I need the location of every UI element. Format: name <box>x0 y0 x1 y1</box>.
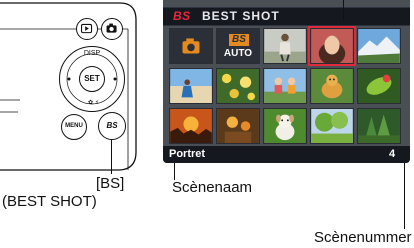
title-bar: BS BEST SHOT <box>163 7 410 26</box>
scene-grid: BS AUTO <box>169 26 405 144</box>
scene-tile-portrait[interactable] <box>308 26 356 66</box>
bs-badge: BS <box>173 9 191 23</box>
tree-scene-icon <box>311 109 353 143</box>
party-scene-icon <box>217 109 259 143</box>
beach-scene-icon <box>170 69 212 103</box>
scene-tile-pet[interactable] <box>310 68 354 104</box>
figure-scene-icon <box>264 29 306 63</box>
scene-tile-forest[interactable] <box>357 108 401 144</box>
scene-number-pointer-line <box>404 163 406 229</box>
bs-auto-icon: BS <box>229 34 249 46</box>
wheel-markings-icon: ✿ ⚡ <box>66 53 118 106</box>
flowers-scene-icon <box>217 69 259 103</box>
scene-name-pointer-line <box>174 163 176 180</box>
scene-tile-sunset[interactable] <box>169 108 213 144</box>
scene-tile-beach[interactable] <box>169 68 213 104</box>
scene-number: 4 <box>389 148 396 160</box>
play-button[interactable] <box>76 18 98 40</box>
record-button[interactable] <box>101 18 123 40</box>
bs-pointer-line <box>111 140 113 174</box>
mountain-scene-icon <box>358 29 400 63</box>
portrait-scene-icon <box>311 29 353 63</box>
scene-name-callout: Scènenaam <box>172 179 253 196</box>
scene-tile-tree[interactable] <box>310 108 354 144</box>
pet-scene-icon <box>311 69 353 103</box>
scene-tile-mountain[interactable] <box>357 28 401 64</box>
scene-name: Portret <box>169 148 206 160</box>
scene-tile-dog[interactable] <box>263 108 307 144</box>
svg-text:✿ ⚡: ✿ ⚡ <box>88 99 99 106</box>
leaf-scene-icon <box>358 69 400 103</box>
menu-button[interactable]: MENU <box>61 114 87 140</box>
menu-label: MENU <box>65 123 83 129</box>
dog-scene-icon <box>264 109 306 143</box>
camera-icon <box>106 23 117 33</box>
control-wheel[interactable]: DISP SET ✿ ⚡ <box>59 46 125 112</box>
bs-label: BS <box>106 121 118 130</box>
scene-tile-children[interactable] <box>263 68 307 104</box>
scene-tile-bs-auto[interactable]: BS AUTO <box>216 28 260 64</box>
selection-pointer-line <box>343 0 345 20</box>
bs-button-callout-desc: (BEST SHOT) <box>2 193 97 210</box>
lcd-screen: BS BEST SHOT BS AUTO Portret 4 <box>163 0 410 163</box>
scene-tile-flowers[interactable] <box>216 68 260 104</box>
sunset-scene-icon <box>170 109 212 143</box>
auto-label: AUTO <box>223 48 253 59</box>
forest-scene-icon <box>358 109 400 143</box>
scene-number-callout: Scènenummer <box>314 229 412 246</box>
camera-icon <box>182 38 200 54</box>
bs-button-callout: [BS] <box>96 175 125 192</box>
screen-title: BEST SHOT <box>202 9 280 23</box>
bs-button[interactable]: BS <box>98 112 126 140</box>
status-bar: Portret 4 <box>163 146 410 163</box>
scene-tile-party[interactable] <box>216 108 260 144</box>
scene-tile-figure[interactable] <box>263 28 307 64</box>
children-scene-icon <box>264 69 306 103</box>
scene-tile-leaf[interactable] <box>357 68 401 104</box>
scene-tile-camera[interactable] <box>169 28 213 64</box>
play-icon <box>81 23 93 34</box>
